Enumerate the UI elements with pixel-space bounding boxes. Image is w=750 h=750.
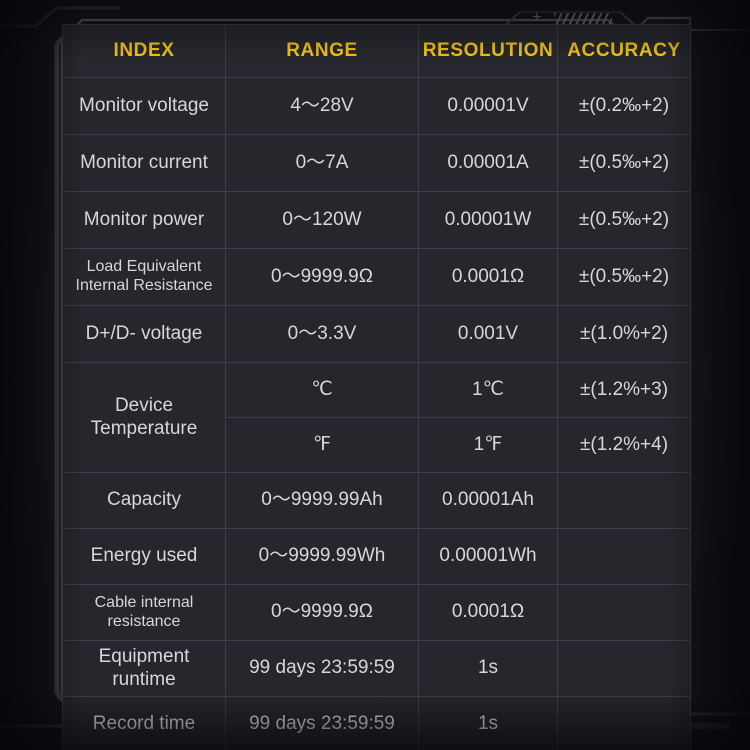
cell-range: 99 days 23:59:59 — [225, 640, 419, 697]
cell-range: 0～9999.9Ω — [225, 248, 419, 306]
cell-resolution: 0.00001V — [418, 77, 558, 135]
cell-accuracy: ±(1.2%+3) — [557, 362, 691, 418]
cell-resolution: 1℃ — [418, 362, 558, 418]
cell-index: Capacity — [62, 472, 226, 529]
column-header-range: RANGE — [225, 24, 419, 78]
cell-index: Monitor voltage — [62, 77, 226, 135]
cell-index-line: Equipment — [98, 646, 190, 668]
cell-index-line: Temperature — [90, 417, 198, 439]
cell-accuracy: ±(1.2%+4) — [557, 417, 691, 473]
cell-range: 0～7A — [225, 134, 419, 192]
cell-index: Energy used — [62, 528, 226, 585]
cell-range: 4～28V — [225, 77, 419, 135]
cell-range: 0～9999.9Ω — [225, 584, 419, 641]
table-row: Energy used 0～9999.99Wh 0.00001Wh — [62, 528, 691, 585]
table-row: D+/D- voltage 0～3.3V 0.001V ±(1.0%+2) — [62, 305, 691, 363]
table-header-row: INDEX RANGE RESOLUTION ACCURACY — [62, 24, 691, 78]
cell-index: Load Equivalent Internal Resistance — [62, 248, 226, 306]
cell-accuracy-empty — [557, 528, 691, 585]
cell-resolution: 0.001V — [418, 305, 558, 363]
cell-index-device-temperature: Device Temperature — [62, 362, 226, 473]
cell-index: Monitor power — [62, 191, 226, 249]
table-row: Equipment runtime 99 days 23:59:59 1s — [62, 640, 691, 697]
cell-accuracy: ±(1.0%+2) — [557, 305, 691, 363]
cell-resolution: 1s — [418, 696, 558, 750]
cell-resolution: 0.00001A — [418, 134, 558, 192]
cell-index: Record time — [62, 696, 226, 750]
cell-accuracy-empty — [557, 472, 691, 529]
table-row: Load Equivalent Internal Resistance 0～99… — [62, 248, 691, 306]
cell-range: 99 days 23:59:59 — [225, 696, 419, 750]
cell-resolution: 0.00001W — [418, 191, 558, 249]
diagonal-hatch-icon — [554, 13, 612, 24]
cell-resolution: 0.0001Ω — [418, 584, 558, 641]
cell-index: Equipment runtime — [62, 640, 226, 697]
table-row: Monitor current 0～7A 0.00001A ±(0.5‰+2) — [62, 134, 691, 192]
cell-accuracy-empty — [557, 696, 691, 750]
spec-panel: INDEX RANGE RESOLUTION ACCURACY Monitor … — [62, 24, 691, 750]
column-header-accuracy: ACCURACY — [557, 24, 691, 78]
cell-accuracy: ±(0.5‰+2) — [557, 134, 691, 192]
cell-accuracy-empty — [557, 640, 691, 697]
cell-index-line: Cable internal — [94, 593, 194, 611]
table-row: Monitor voltage 4～28V 0.00001V ±(0.2‰+2) — [62, 77, 691, 135]
cell-index-line: Device — [114, 395, 174, 417]
cell-range: ℉ — [225, 417, 419, 473]
cell-resolution: 1℉ — [418, 417, 558, 473]
cell-range: ℃ — [225, 362, 419, 418]
cell-index-line: runtime — [112, 668, 176, 690]
cell-resolution: 0.00001Ah — [418, 472, 558, 529]
cell-accuracy-empty — [557, 584, 691, 641]
cell-resolution: 1s — [418, 640, 558, 697]
cell-range: 0～9999.99Wh — [225, 528, 419, 585]
cell-accuracy: ±(0.2‰+2) — [557, 77, 691, 135]
table-row: Device Temperature ℃ 1℃ ±(1.2%+3) — [62, 362, 691, 473]
column-header-index: INDEX — [62, 24, 226, 78]
column-header-resolution: RESOLUTION — [418, 24, 558, 78]
cell-accuracy: ±(0.5‰+2) — [557, 248, 691, 306]
cell-index-line: Internal Resistance — [75, 277, 213, 294]
table-row: Cable internal resistance 0～9999.9Ω 0.00… — [62, 584, 691, 641]
cell-range: 0～3.3V — [225, 305, 419, 363]
table-row: Capacity 0～9999.99Ah 0.00001Ah — [62, 472, 691, 529]
cell-range: 0～120W — [225, 191, 419, 249]
cell-index: Cable internal resistance — [62, 584, 226, 641]
cell-resolution: 0.0001Ω — [418, 248, 558, 306]
cell-index: Monitor current — [62, 134, 226, 192]
cell-resolution: 0.00001Wh — [418, 528, 558, 585]
specification-table: INDEX RANGE RESOLUTION ACCURACY Monitor … — [62, 24, 691, 750]
table-row: Record time 99 days 23:59:59 1s — [62, 696, 691, 750]
cell-range: 0～9999.99Ah — [225, 472, 419, 529]
cell-index-line: resistance — [107, 612, 181, 630]
cell-index: D+/D- voltage — [62, 305, 226, 363]
cell-index-line: Load Equivalent — [86, 258, 202, 276]
table-row: Monitor power 0～120W 0.00001W ±(0.5‰+2) — [62, 191, 691, 249]
cell-accuracy: ±(0.5‰+2) — [557, 191, 691, 249]
